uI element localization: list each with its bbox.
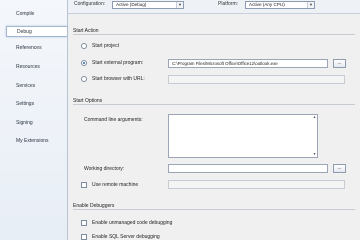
sidebar: Compile Debug References Resources Servi… xyxy=(0,0,68,240)
sidebar-item-references[interactable]: References xyxy=(6,43,67,54)
command-line-arguments-input[interactable]: ▲ ▼ xyxy=(168,114,318,158)
sql-server-debugging-label: Enable SQL Server debugging xyxy=(92,234,160,240)
unmanaged-debugging-label: Enable unmanaged code debugging xyxy=(92,220,173,226)
debug-settings-panel: Start Action Start project Start externa… xyxy=(68,14,360,240)
sidebar-item-label: References xyxy=(16,45,42,51)
unmanaged-debugging-checkbox[interactable] xyxy=(81,220,87,226)
sidebar-item-label: Signing xyxy=(16,120,33,126)
working-directory-label: Working directory: xyxy=(84,166,125,172)
start-browser-label: Start browser with URL: xyxy=(92,76,145,82)
start-project-radio[interactable] xyxy=(81,43,87,49)
sidebar-item-debug[interactable]: Debug xyxy=(6,26,67,37)
browse-button-label: ... xyxy=(337,165,342,171)
start-external-program-label: Start external program: xyxy=(92,60,144,66)
chevron-down-icon[interactable]: ▼ xyxy=(176,2,183,8)
sidebar-item-label: Debug xyxy=(17,29,32,35)
sidebar-item-settings[interactable]: Settings xyxy=(6,99,67,110)
group-divider xyxy=(73,104,355,105)
scroll-down-icon[interactable]: ▼ xyxy=(312,152,317,157)
platform-label: Platform: xyxy=(218,1,239,7)
browse-button-label: ... xyxy=(337,60,342,66)
configuration-value: Active (Debug) xyxy=(116,2,147,7)
sidebar-item-signing[interactable]: Signing xyxy=(6,118,67,129)
sidebar-item-resources[interactable]: Resources xyxy=(6,62,67,73)
start-project-label: Start project xyxy=(92,43,119,49)
external-program-path-value: C:\Program Files\Microsoft Office\Office… xyxy=(172,61,278,66)
remote-machine-field[interactable] xyxy=(168,180,345,189)
sidebar-item-label: Resources xyxy=(16,64,40,70)
sql-server-debugging-checkbox[interactable] xyxy=(81,234,87,240)
working-directory-field[interactable] xyxy=(168,164,328,173)
sidebar-item-label: Services xyxy=(16,83,36,89)
sidebar-item-my-extensions[interactable]: My Extensions xyxy=(6,136,67,147)
sidebar-item-services[interactable]: Services xyxy=(6,81,67,92)
start-browser-radio[interactable] xyxy=(81,76,87,82)
chevron-down-icon[interactable]: ▼ xyxy=(307,2,314,8)
external-program-path-field[interactable]: C:\Program Files\Microsoft Office\Office… xyxy=(168,59,328,68)
configuration-bar: Configuration: Active (Debug) ▼ Platform… xyxy=(68,0,360,14)
scroll-up-icon[interactable]: ▲ xyxy=(312,115,317,120)
sidebar-item-label: Compile xyxy=(16,11,35,17)
platform-select[interactable]: Active (Any CPU) ▼ xyxy=(245,1,315,9)
configuration-label: Configuration: xyxy=(74,1,106,7)
use-remote-machine-label: Use remote machine xyxy=(92,182,139,188)
sidebar-item-label: My Extensions xyxy=(16,138,49,144)
platform-value: Active (Any CPU) xyxy=(249,2,285,7)
command-line-arguments-label: Command line arguments: xyxy=(84,117,143,123)
browser-url-field[interactable] xyxy=(168,75,345,84)
browse-program-button[interactable]: ... xyxy=(333,59,346,68)
configuration-select[interactable]: Active (Debug) ▼ xyxy=(112,1,184,9)
start-external-program-radio[interactable] xyxy=(81,60,87,66)
group-divider xyxy=(73,34,355,35)
sidebar-item-compile[interactable]: Compile xyxy=(6,9,67,20)
group-divider xyxy=(73,209,355,210)
use-remote-machine-checkbox[interactable] xyxy=(81,182,87,188)
browse-directory-button[interactable]: ... xyxy=(333,164,346,173)
sidebar-item-label: Settings xyxy=(16,101,35,107)
